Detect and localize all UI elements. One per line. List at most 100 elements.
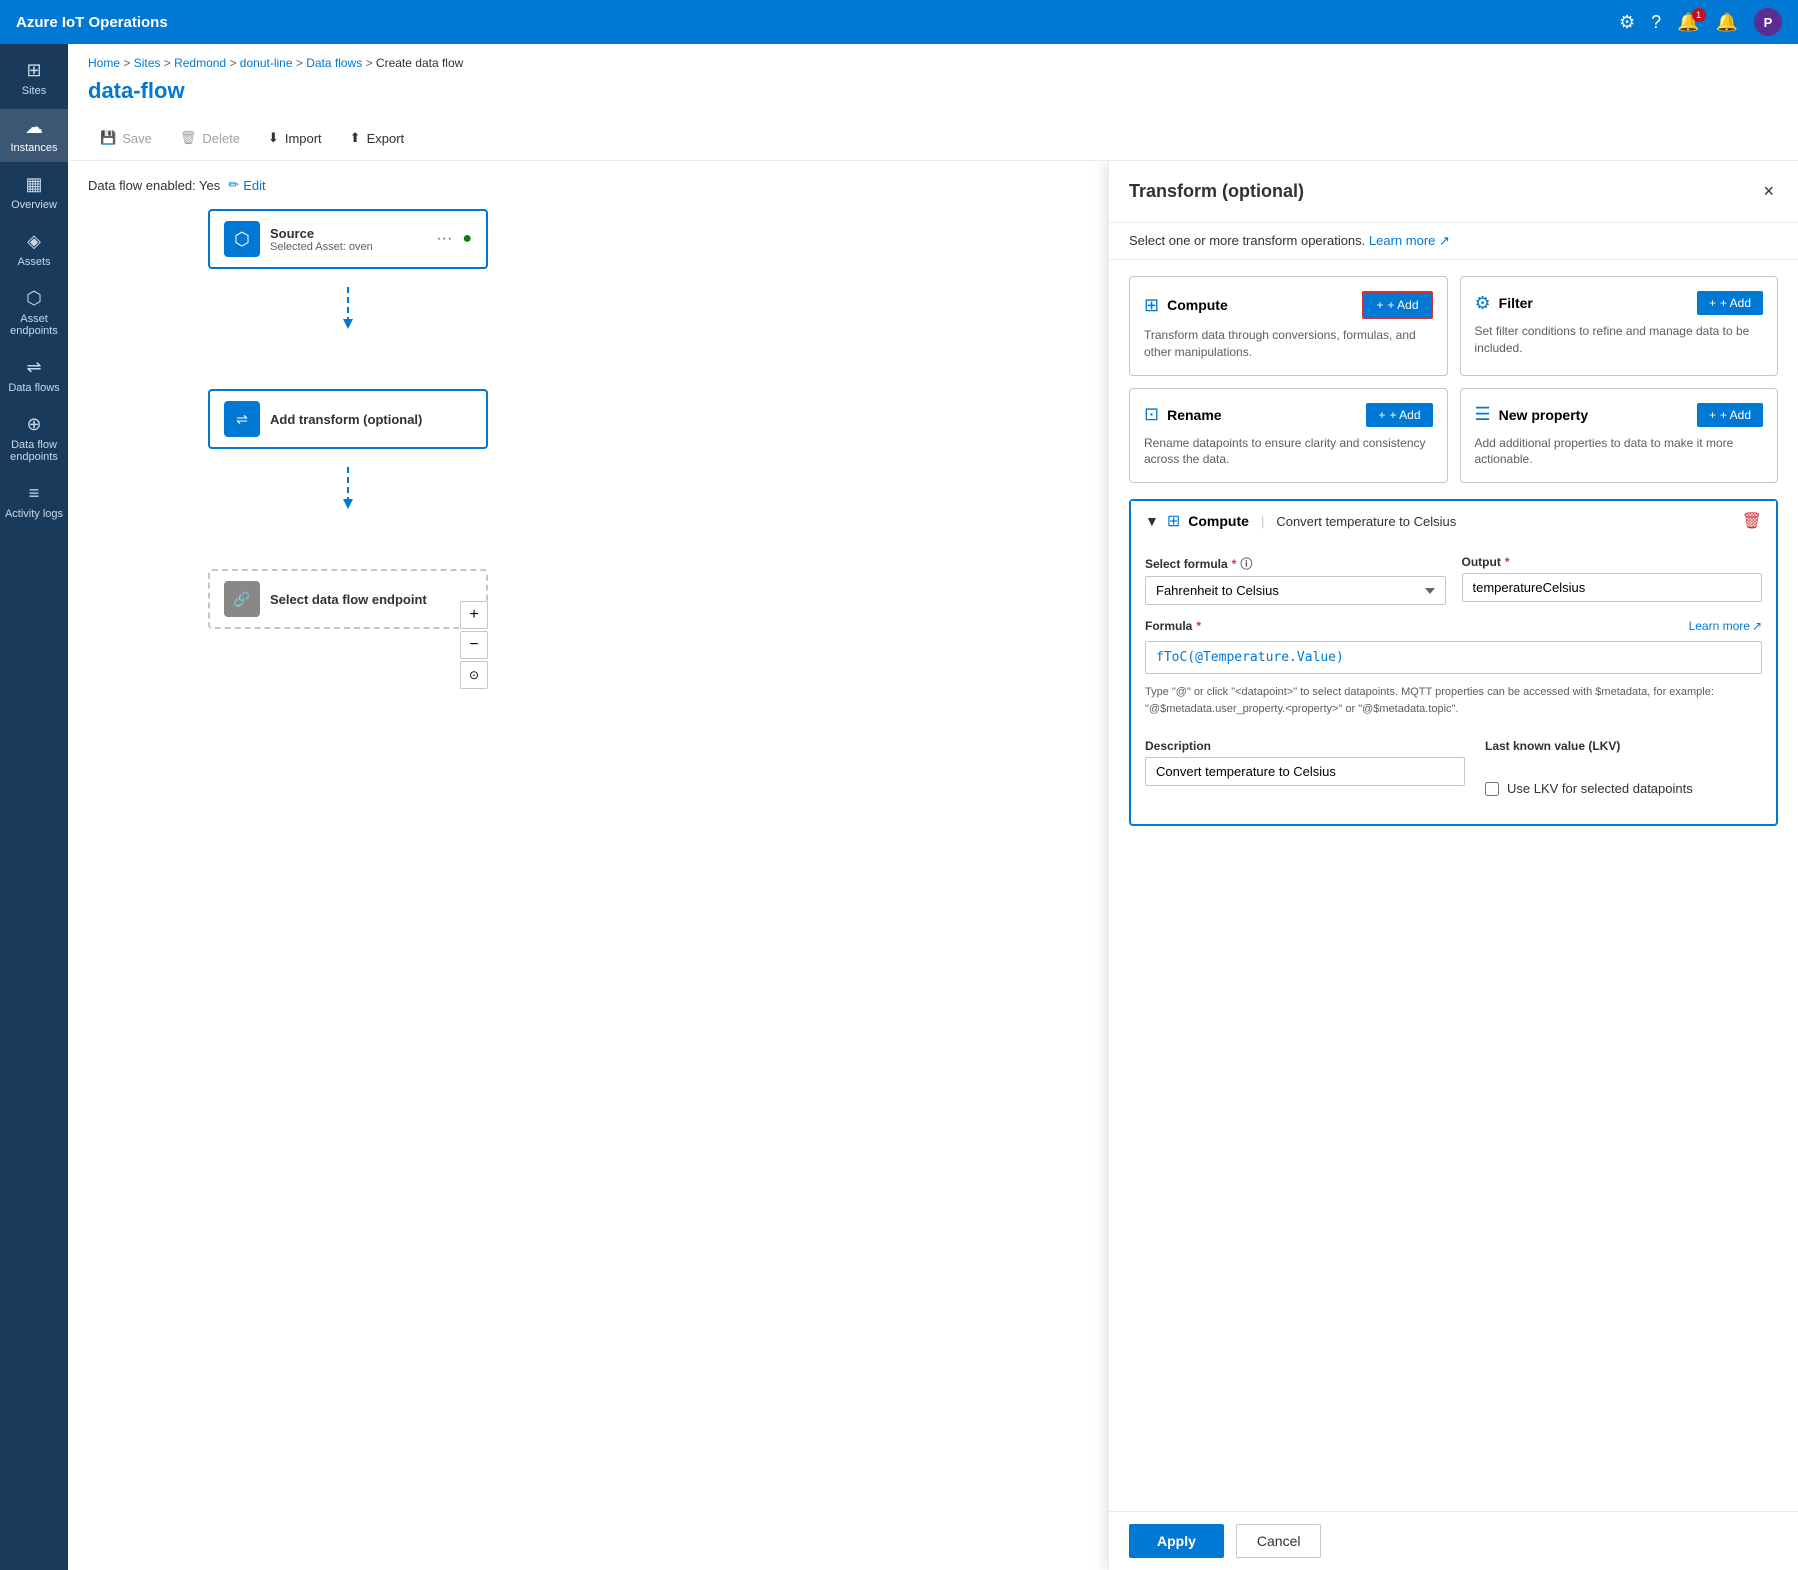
panel-title: Transform (optional) [1129,181,1304,202]
source-icon-box: ⬡ [224,221,260,257]
compute-card-title: Compute [1167,297,1228,313]
panel-footer: Apply Cancel [1109,1511,1798,1570]
required-star-output: * [1505,555,1510,569]
dataflow-endpoints-icon: ⊕ [26,414,41,435]
canvas-container: Data flow enabled: Yes ✏ Edit [68,161,1798,1570]
external-link-icon: ↗ [1752,619,1762,633]
panel-subtitle: Select one or more transform operations.… [1109,223,1798,260]
compute-delete-button[interactable]: 🗑 [1742,511,1762,531]
rename-add-button[interactable]: + + Add [1366,403,1432,427]
filter-card-title: Filter [1499,295,1533,311]
page-header: data-flow [68,74,1798,116]
new-property-title-row: ☰ New property [1475,404,1589,425]
sidebar-item-overview[interactable]: ▦ Overview [0,166,68,219]
compute-card-desc: Transform data through conversions, form… [1144,327,1433,361]
zoom-reset-button[interactable]: ⊙ [460,661,488,689]
save-icon: 💾 [100,130,116,146]
help-icon[interactable]: ? [1651,12,1661,33]
lkv-group: Last known value (LKV) Use LKV for selec… [1485,739,1762,796]
output-input[interactable] [1462,573,1763,602]
sidebar-item-data-flows[interactable]: ⇌ Data flows [0,349,68,402]
compute-card-header: ⊞ Compute + + Add [1144,291,1433,319]
app-body: ⊞ Sites ☁ Instances ▦ Overview ◈ Assets … [0,44,1798,1570]
new-property-card-icon: ☰ [1475,404,1491,425]
page-title: data-flow [88,78,1778,104]
delete-icon: 🗑 [180,130,197,146]
zoom-controls: + − ⊙ [460,601,488,689]
breadcrumb-sites[interactable]: Sites [134,56,161,70]
nav-icons: ⚙ ? 🔔 1 🔔 P [1619,8,1782,36]
breadcrumb-home[interactable]: Home [88,56,120,70]
source-node-menu[interactable]: ··· [436,230,452,248]
compute-add-button[interactable]: + + Add [1362,291,1432,319]
sidebar-item-label: Asset endpoints [4,313,64,337]
sidebar-item-label: Sites [22,85,46,97]
source-node-sub: Selected Asset: oven [270,241,426,253]
endpoint-node[interactable]: 🔗 Select data flow endpoint [208,569,488,629]
new-property-card-header: ☰ New property + + Add [1475,403,1764,427]
rename-card: ⊡ Rename + + Add Rename datapoints to en… [1129,388,1448,484]
formula-hint: Type "@" or click "<datapoint>" to selec… [1145,684,1762,717]
sidebar-item-label: Data flow endpoints [4,439,64,463]
breadcrumb-donut-line[interactable]: donut-line [240,56,293,70]
transform-node[interactable]: ⇌ Add transform (optional) [208,389,488,449]
filter-card-desc: Set filter conditions to refine and mana… [1475,323,1764,357]
compute-title-row: ⊞ Compute [1144,295,1228,316]
zoom-out-button[interactable]: − [460,631,488,659]
select-formula-group: Select formula * ⓘ Fahrenheit to Celsius [1145,555,1446,605]
output-group: Output * [1462,555,1763,605]
sidebar-item-dataflow-endpoints[interactable]: ⊕ Data flow endpoints [0,406,68,471]
sites-icon: ⊞ [26,60,41,81]
breadcrumb: Home > Sites > Redmond > donut-line > Da… [68,44,1798,74]
rename-card-desc: Rename datapoints to ensure clarity and … [1144,435,1433,469]
settings-icon[interactable]: ⚙ [1619,12,1635,33]
filter-add-button[interactable]: + + Add [1697,291,1763,315]
sidebar-item-assets[interactable]: ◈ Assets [0,223,68,276]
breadcrumb-data-flows[interactable]: Data flows [306,56,362,70]
notification-icon[interactable]: 🔔 1 [1677,12,1699,33]
apply-button[interactable]: Apply [1129,1524,1224,1558]
alert-icon[interactable]: 🔔 [1716,12,1738,33]
formula-output-row: Select formula * ⓘ Fahrenheit to Celsius [1145,555,1762,605]
source-node[interactable]: ⬡ Source Selected Asset: oven ··· ● [208,209,488,269]
save-button[interactable]: 💾 Save [88,124,164,152]
sidebar-item-asset-endpoints[interactable]: ⬡ Asset endpoints [0,280,68,345]
export-icon: ⬆ [350,130,361,146]
lkv-label: Last known value (LKV) [1485,739,1762,753]
panel-close-button[interactable]: × [1759,177,1778,206]
import-button[interactable]: ⬇ Import [256,124,334,152]
lkv-checkbox-row: Use LKV for selected datapoints [1485,781,1762,796]
top-navigation: Azure IoT Operations ⚙ ? 🔔 1 🔔 P [0,0,1798,44]
formula-select[interactable]: Fahrenheit to Celsius [1145,576,1446,605]
info-icon-formula[interactable]: ⓘ [1240,555,1252,572]
new-property-add-button[interactable]: + + Add [1697,403,1763,427]
delete-button[interactable]: 🗑 Delete [168,124,252,152]
zoom-in-button[interactable]: + [460,601,488,629]
compute-expanded-section: ▼ ⊞ Compute | Convert temperature to Cel… [1129,499,1778,826]
sidebar-item-label: Instances [10,142,57,154]
transform-panel: Transform (optional) × Select one or mor… [1108,161,1798,1570]
rename-card-icon: ⊡ [1144,404,1159,425]
cancel-button[interactable]: Cancel [1236,1524,1322,1558]
transform-node-title: Add transform (optional) [270,412,472,427]
compute-collapse-button[interactable]: ▼ [1145,513,1159,529]
edit-link[interactable]: ✏ Edit [228,177,265,193]
breadcrumb-redmond[interactable]: Redmond [174,56,226,70]
sidebar-item-sites[interactable]: ⊞ Sites [0,52,68,105]
sidebar-item-label: Assets [17,256,50,268]
sidebar-item-activity-logs[interactable]: ≡ Activity logs [0,475,68,528]
learn-more-link-top[interactable]: Learn more ↗ [1369,233,1450,248]
description-input[interactable] [1145,757,1465,786]
formula-learn-more-link[interactable]: Learn more ↗ [1689,619,1762,633]
edit-icon: ✏ [228,177,239,193]
formula-input-area[interactable]: fToC(@Temperature.Value) [1145,641,1762,674]
required-star-formula2: * [1196,619,1201,633]
asset-endpoints-icon: ⬡ [26,288,42,309]
sidebar-item-instances[interactable]: ☁ Instances [0,109,68,162]
main-content: Home > Sites > Redmond > donut-line > Da… [68,44,1798,1570]
lkv-checkbox[interactable] [1485,782,1499,796]
sidebar: ⊞ Sites ☁ Instances ▦ Overview ◈ Assets … [0,44,68,1570]
export-button[interactable]: ⬆ Export [338,124,416,152]
rename-card-title: Rename [1167,407,1221,423]
user-avatar[interactable]: P [1754,8,1782,36]
